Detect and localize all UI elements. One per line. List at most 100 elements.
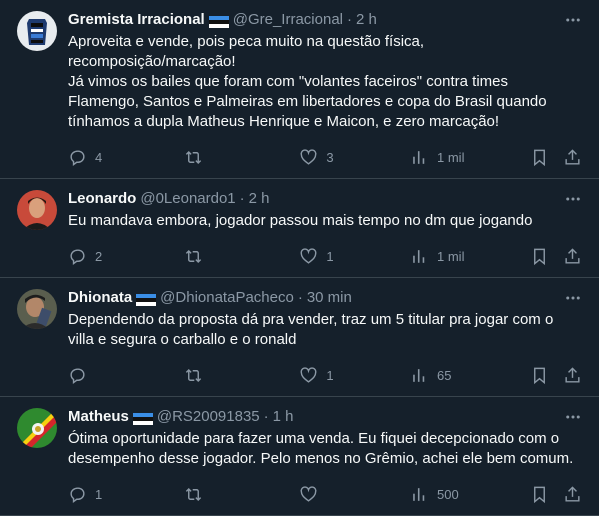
views-count: 1 mil [437,149,465,165]
bookmark-icon [533,367,545,384]
like-count: 1 [326,367,334,383]
share-icon [565,247,580,264]
like-icon [300,148,317,165]
reply-icon [70,367,85,384]
gremio-flag-icon [208,14,229,28]
timestamp[interactable]: 30 min [307,288,352,308]
tweet-text: Eu mandava embora, jogador passou mais t… [68,212,533,229]
display-name[interactable]: Leonardo [68,189,136,209]
tweet-text: Ótima oportunidade para fazer uma venda.… [68,430,574,467]
share-icon [565,366,580,383]
avatar[interactable] [17,190,57,230]
more-icon[interactable] [563,407,583,427]
retweet-icon [185,487,201,501]
retweet-button[interactable] [184,148,300,167]
like-button[interactable]: 3 [299,148,410,167]
views-icon [413,249,425,263]
tweet-header: Matheus @RS20091835 · 1 h [68,407,583,427]
tweet-text: Dependendo da proposta dá pra vender, tr… [68,311,558,348]
share-button[interactable] [563,366,583,385]
tweet[interactable]: Matheus @RS20091835 · 1 h Ótima oportuni… [0,397,599,516]
views-count: 500 [437,486,459,502]
action-bar: 4 3 1 mil [68,136,583,178]
bookmark-button[interactable] [530,247,564,266]
like-count: 3 [326,149,334,165]
share-button[interactable] [563,148,583,167]
retweet-button[interactable] [184,366,300,385]
bookmark-button[interactable] [530,485,564,504]
like-icon [300,366,317,383]
timestamp[interactable]: 2 h [356,10,377,30]
avatar[interactable] [17,289,57,329]
separator: · [239,190,245,207]
timestamp[interactable]: 2 h [249,189,270,209]
tweet[interactable]: Dhionata @DhionataPacheco · 30 min Depen… [0,278,599,397]
display-name[interactable]: Matheus [68,407,129,427]
reply-feed: Gremista Irracional @Gre_Irracional · 2 … [0,0,599,516]
more-icon[interactable] [563,189,583,209]
share-button[interactable] [563,247,583,266]
display-name[interactable]: Dhionata [68,288,132,308]
bookmark-button[interactable] [530,366,564,385]
views-button[interactable]: 1 mil [410,247,530,266]
reply-button[interactable]: 4 [68,148,184,167]
reply-count: 1 [95,486,103,502]
separator: · [263,408,269,425]
reply-button[interactable]: 2 [68,247,184,266]
tweet-text: Aproveita e vende, pois peca muito na qu… [68,33,547,130]
gremio-flag-icon [132,411,153,425]
views-button[interactable]: 65 [410,366,530,385]
reply-icon [70,149,85,166]
handle[interactable]: @RS20091835 [157,407,260,427]
share-button[interactable] [563,485,583,504]
like-icon [300,485,317,502]
views-icon [413,368,425,382]
tweet[interactable]: Leonardo @0Leonardo1 · 2 h Eu mandava em… [0,179,599,278]
bookmark-icon [533,248,545,265]
tweet-header: Dhionata @DhionataPacheco · 30 min [68,288,583,308]
timestamp[interactable]: 1 h [273,407,294,427]
action-bar: 1 65 [68,354,583,396]
like-button[interactable]: 1 [299,247,410,266]
handle[interactable]: @DhionataPacheco [160,288,294,308]
retweet-icon [185,368,201,382]
like-icon [300,247,317,264]
reply-button[interactable] [68,366,184,385]
views-button[interactable]: 500 [410,485,530,504]
bookmark-icon [533,486,545,503]
reply-button[interactable]: 1 [68,485,184,504]
action-bar: 2 1 1 mil [68,235,583,277]
share-icon [565,148,580,165]
separator: · [297,289,303,306]
like-button[interactable]: 1 [299,366,410,385]
action-bar: 1 500 [68,473,583,515]
tweet-header: Leonardo @0Leonardo1 · 2 h [68,189,583,209]
separator: · [347,11,353,28]
display-name[interactable]: Gremista Irracional [68,10,205,30]
reply-icon [70,486,85,503]
handle[interactable]: @Gre_Irracional [233,10,343,30]
handle[interactable]: @0Leonardo1 [140,189,235,209]
more-icon[interactable] [563,10,583,30]
views-icon [413,487,425,501]
retweet-icon [185,150,201,164]
gremio-flag-icon [136,292,157,306]
avatar[interactable] [17,408,57,448]
retweet-icon [185,249,201,263]
share-icon [565,485,580,502]
views-icon [413,150,425,164]
bookmark-button[interactable] [530,148,564,167]
reply-count: 4 [95,149,103,165]
views-count: 1 mil [437,248,465,264]
avatar[interactable] [17,11,57,51]
retweet-button[interactable] [184,485,300,504]
like-button[interactable] [299,485,410,504]
bookmark-icon [533,149,545,166]
like-count: 1 [326,248,334,264]
more-icon[interactable] [563,288,583,308]
views-button[interactable]: 1 mil [410,148,530,167]
retweet-button[interactable] [184,247,300,266]
tweet[interactable]: Gremista Irracional @Gre_Irracional · 2 … [0,0,599,179]
views-count: 65 [437,367,452,383]
reply-count: 2 [95,248,103,264]
